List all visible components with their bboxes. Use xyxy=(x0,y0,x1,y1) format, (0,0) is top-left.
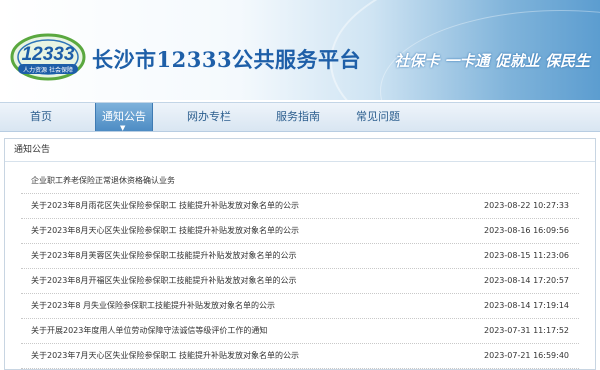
notice-row[interactable]: 关于2023年8月芙蓉区失业保险参保职工技能提升补贴发放对象名单的公示 2023… xyxy=(21,244,579,269)
nav-item-notices[interactable]: 通知公告 ▼ xyxy=(95,103,153,132)
notice-title-link[interactable]: 关于2023年7月天心区失业保险参保职工 技能提升补贴发放对象名单的公示 xyxy=(31,344,299,368)
notice-title-link[interactable]: 企业职工养老保险正常退休资格确认业务 xyxy=(31,169,175,193)
notice-date: 2023-07-21 16:59:40 xyxy=(484,351,569,360)
notice-panel: 通知公告 企业职工养老保险正常退休资格确认业务 关于2023年8月雨花区失业保险… xyxy=(4,138,596,370)
notice-row[interactable]: 企业职工养老保险正常退休资格确认业务 xyxy=(21,169,579,194)
notice-title-link[interactable]: 关于2023年8月芙蓉区失业保险参保职工技能提升补贴发放对象名单的公示 xyxy=(31,244,296,268)
notice-title-link[interactable]: 关于2023年8月雨花区失业保险参保职工 技能提升补贴发放对象名单的公示 xyxy=(31,194,299,218)
site-header: 12333 人力资源 社会保障 长沙市12333公共服务平台 社保卡 一卡通 促… xyxy=(0,0,600,100)
nav-item-faq[interactable]: 常见问题 xyxy=(340,103,416,131)
notice-row[interactable]: 关于开展2023年度用人单位劳动保障守法诚信等级评价工作的通知 2023-07-… xyxy=(21,319,579,344)
notice-date: 2023-08-15 11:23:06 xyxy=(484,251,569,260)
notice-list: 企业职工养老保险正常退休资格确认业务 关于2023年8月雨花区失业保险参保职工 … xyxy=(5,169,595,369)
notice-date: 2023-08-22 10:27:33 xyxy=(484,201,569,210)
nav-item-home[interactable]: 首页 xyxy=(0,103,82,131)
notice-title-link[interactable]: 关于开展2023年度用人单位劳动保障守法诚信等级评价工作的通知 xyxy=(31,319,267,343)
nav-item-service-guide[interactable]: 服务指南 xyxy=(256,103,340,131)
site-title: 长沙市12333公共服务平台 xyxy=(92,47,362,72)
logo-number: 12333 xyxy=(22,44,75,65)
notice-date: 2023-07-31 11:17:52 xyxy=(484,326,569,335)
nav-item-online-services[interactable]: 网办专栏 xyxy=(170,103,248,131)
notice-date: 2023-08-14 17:20:57 xyxy=(484,276,569,285)
notice-row[interactable]: 关于2023年8 月失业保险参保职工技能提升补贴发放对象名单的公示 2023-0… xyxy=(21,294,579,319)
caret-down-icon: ▼ xyxy=(120,124,126,132)
panel-title: 通知公告 xyxy=(5,139,595,162)
notice-title-link[interactable]: 关于2023年8月开福区失业保险参保职工技能提升补贴发放对象名单的公示 xyxy=(31,269,296,293)
notice-title-link[interactable]: 关于2023年8月天心区失业保险参保职工 技能提升补贴发放对象名单的公示 xyxy=(31,219,299,243)
logo-tagline: 人力资源 社会保障 xyxy=(23,66,73,74)
notice-row[interactable]: 关于2023年8月天心区失业保险参保职工 技能提升补贴发放对象名单的公示 202… xyxy=(21,219,579,244)
site-logo[interactable]: 12333 人力资源 社会保障 xyxy=(10,30,88,82)
notice-row[interactable]: 关于2023年7月天心区失业保险参保职工 技能提升补贴发放对象名单的公示 202… xyxy=(21,344,579,369)
header-slogan: 社保卡 一卡通 促就业 保民生 xyxy=(394,52,590,70)
notice-date: 2023-08-14 17:19:14 xyxy=(484,301,569,310)
notice-title-link[interactable]: 关于2023年8 月失业保险参保职工技能提升补贴发放对象名单的公示 xyxy=(31,294,275,318)
nav-item-notices-label: 通知公告 xyxy=(102,110,146,123)
notice-row[interactable]: 关于2023年8月雨花区失业保险参保职工 技能提升补贴发放对象名单的公示 202… xyxy=(21,194,579,219)
notice-date: 2023-08-16 16:09:56 xyxy=(484,226,569,235)
notice-row[interactable]: 关于2023年8月开福区失业保险参保职工技能提升补贴发放对象名单的公示 2023… xyxy=(21,269,579,294)
main-nav: 首页 通知公告 ▼ 网办专栏 服务指南 常见问题 xyxy=(0,102,600,132)
